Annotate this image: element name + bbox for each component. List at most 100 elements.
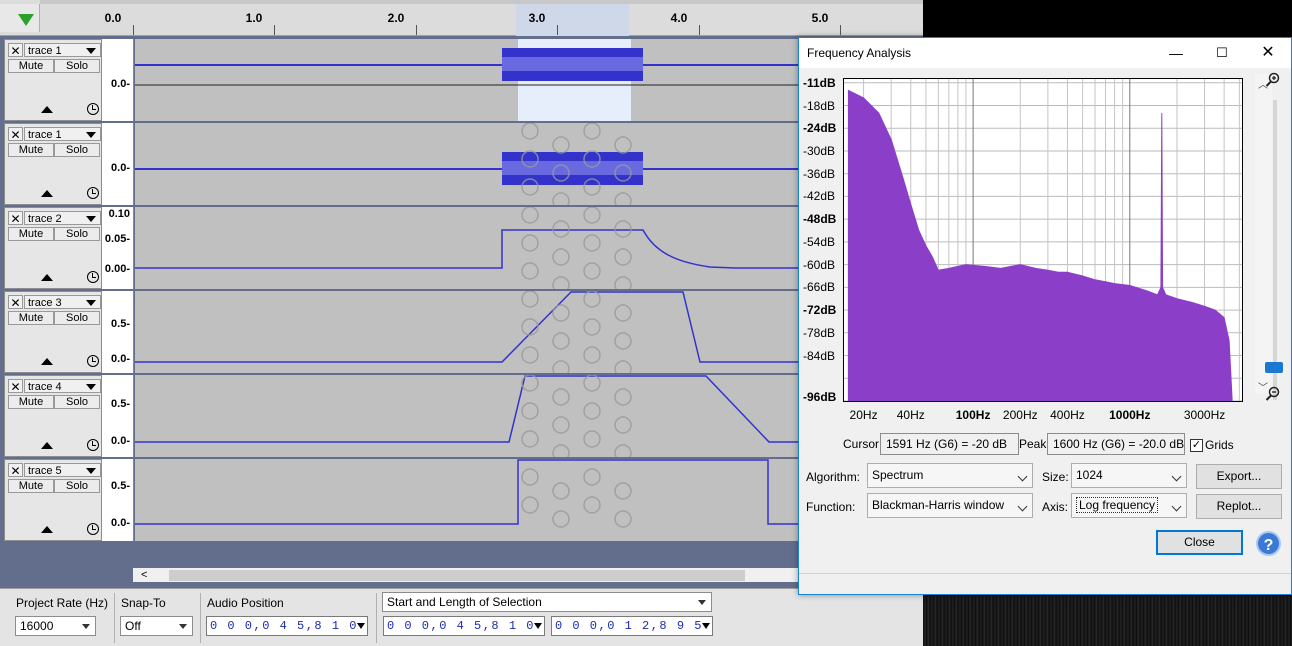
- vertical-scale[interactable]: 0.0-: [102, 123, 134, 205]
- db-tick-label: -42dB: [803, 189, 836, 204]
- mute-button[interactable]: Mute: [8, 479, 54, 493]
- track-control-panel[interactable]: ✕ trace 1 Mute Solo: [4, 123, 102, 205]
- axis-label: Axis:: [1042, 500, 1069, 514]
- snap-to-combo[interactable]: Off: [120, 616, 193, 636]
- chevron-down-icon: [1171, 471, 1182, 482]
- chevron-left-icon[interactable]: <: [141, 569, 147, 581]
- db-tick-label: -18dB: [803, 98, 836, 113]
- db-tick-label: -36dB: [803, 166, 836, 181]
- track-5: ✕ trace 5 Mute Solo 0.5- 0.0-: [2, 459, 925, 541]
- size-combo[interactable]: 1024: [1071, 463, 1187, 488]
- clock-icon[interactable]: [87, 355, 99, 367]
- function-combo[interactable]: Blackman-Harris window: [867, 493, 1033, 518]
- dialog-title: Frequency Analysis: [807, 46, 912, 60]
- zoom-slider-thumb[interactable]: [1265, 362, 1283, 373]
- project-rate-combo[interactable]: 16000: [15, 616, 96, 636]
- collapse-icon[interactable]: [41, 526, 53, 533]
- track-name-menu[interactable]: trace 1: [24, 127, 101, 141]
- chevron-down-icon[interactable]: [534, 623, 542, 629]
- collapse-icon[interactable]: [41, 358, 53, 365]
- close-icon[interactable]: ✕: [8, 211, 23, 226]
- chevron-down-icon: [698, 600, 706, 605]
- separator: [200, 593, 201, 643]
- solo-button[interactable]: Solo: [54, 143, 100, 157]
- vertical-scale[interactable]: 0.5- 0.0-: [102, 375, 134, 457]
- close-icon[interactable]: ✕: [8, 379, 23, 394]
- close-icon[interactable]: ✕: [1245, 38, 1291, 68]
- solo-button[interactable]: Solo: [54, 479, 100, 493]
- close-icon[interactable]: ✕: [8, 463, 23, 478]
- replot-button[interactable]: Replot...: [1196, 494, 1282, 519]
- track-name-menu[interactable]: trace 4: [24, 379, 101, 393]
- vertical-scale[interactable]: 0.5- 0.0-: [102, 459, 134, 541]
- selection-mode-combo[interactable]: Start and Length of Selection: [382, 592, 712, 612]
- chevron-down-icon: [86, 132, 96, 138]
- chevron-down-icon[interactable]: [357, 623, 365, 629]
- help-button[interactable]: ?: [1256, 531, 1281, 556]
- export-button[interactable]: Export...: [1196, 464, 1282, 489]
- mute-button[interactable]: Mute: [8, 59, 54, 73]
- dialog-title-bar[interactable]: Frequency Analysis — ☐ ✕: [799, 38, 1291, 68]
- track-control-panel[interactable]: ✕ trace 3 Mute Solo: [4, 291, 102, 373]
- grids-checkbox[interactable]: ✓: [1190, 439, 1203, 452]
- scale-label: 0.10: [108, 208, 130, 220]
- chevron-down-icon[interactable]: [702, 623, 710, 629]
- selection-start-field[interactable]: 0 0 0,0 4 5,8 1 0 samples: [383, 616, 545, 636]
- chevron-down-icon: [82, 624, 90, 629]
- ruler-tick-label: 5.0: [811, 11, 829, 25]
- solo-button[interactable]: Solo: [54, 311, 100, 325]
- spectrum-svg: [844, 79, 1242, 401]
- scale-label: 0.0-: [111, 78, 130, 90]
- close-icon[interactable]: ✕: [8, 43, 23, 58]
- clock-icon[interactable]: [87, 271, 99, 283]
- scrollbar-thumb[interactable]: [169, 570, 745, 581]
- clock-icon[interactable]: [87, 103, 99, 115]
- selection-length-field[interactable]: 0 0 0,0 1 2,8 9 5 samples: [551, 616, 713, 636]
- collapse-icon[interactable]: [41, 442, 53, 449]
- track-name-menu[interactable]: trace 3: [24, 295, 101, 309]
- clock-icon[interactable]: [87, 439, 99, 451]
- audio-position-label: Audio Position: [207, 596, 284, 610]
- solo-button[interactable]: Solo: [54, 59, 100, 73]
- audio-position-field[interactable]: 0 0 0,0 4 5,8 1 0 samples: [206, 616, 368, 636]
- zoom-out-icon[interactable]: [1265, 386, 1281, 402]
- spectrum-plot[interactable]: [843, 78, 1243, 402]
- collapse-icon[interactable]: [41, 190, 53, 197]
- separator: [376, 593, 377, 643]
- close-button[interactable]: Close: [1156, 530, 1243, 555]
- clock-icon[interactable]: [87, 187, 99, 199]
- mute-button[interactable]: Mute: [8, 143, 54, 157]
- play-head-icon[interactable]: [18, 14, 34, 26]
- mute-button[interactable]: Mute: [8, 395, 54, 409]
- axis-combo[interactable]: Log frequency: [1071, 493, 1187, 518]
- close-icon[interactable]: ✕: [8, 127, 23, 142]
- vertical-scale[interactable]: 0.10 0.05- 0.00-: [102, 207, 134, 289]
- track-control-panel[interactable]: ✕ trace 4 Mute Solo: [4, 375, 102, 457]
- solo-button[interactable]: Solo: [54, 395, 100, 409]
- minimize-icon[interactable]: —: [1153, 38, 1199, 68]
- track-name-menu[interactable]: trace 5: [24, 463, 101, 477]
- collapse-icon[interactable]: [41, 274, 53, 281]
- solo-button[interactable]: Solo: [54, 227, 100, 241]
- track-name-menu[interactable]: trace 2: [24, 211, 101, 225]
- clock-icon[interactable]: [87, 523, 99, 535]
- vertical-scale[interactable]: 0.5- 0.0-: [102, 291, 134, 373]
- zoom-in-icon[interactable]: [1265, 72, 1281, 88]
- close-icon[interactable]: ✕: [8, 295, 23, 310]
- ruler-tick: [557, 25, 558, 35]
- algorithm-combo[interactable]: Spectrum: [867, 463, 1033, 488]
- track-control-panel[interactable]: ✕ trace 5 Mute Solo: [4, 459, 102, 541]
- collapse-icon[interactable]: [41, 106, 53, 113]
- track-control-panel[interactable]: ✕ trace 2 Mute Solo: [4, 207, 102, 289]
- zoom-slider-track[interactable]: [1273, 100, 1277, 400]
- maximize-icon[interactable]: ☐: [1199, 38, 1245, 68]
- scale-label: 0.5-: [111, 480, 130, 492]
- vertical-scale[interactable]: 0.0-: [102, 39, 134, 121]
- vertical-scrollbar[interactable]: ︿ ﹀: [1255, 74, 1272, 394]
- timeline-ruler[interactable]: 0.0 1.0 2.0 3.0 4.0 5.0: [0, 0, 923, 36]
- mute-button[interactable]: Mute: [8, 227, 54, 241]
- track-name-menu[interactable]: trace 1: [24, 43, 101, 57]
- algorithm-label: Algorithm:: [806, 470, 861, 484]
- mute-button[interactable]: Mute: [8, 311, 54, 325]
- track-control-panel[interactable]: ✕ trace 1 Mute Solo: [4, 39, 102, 121]
